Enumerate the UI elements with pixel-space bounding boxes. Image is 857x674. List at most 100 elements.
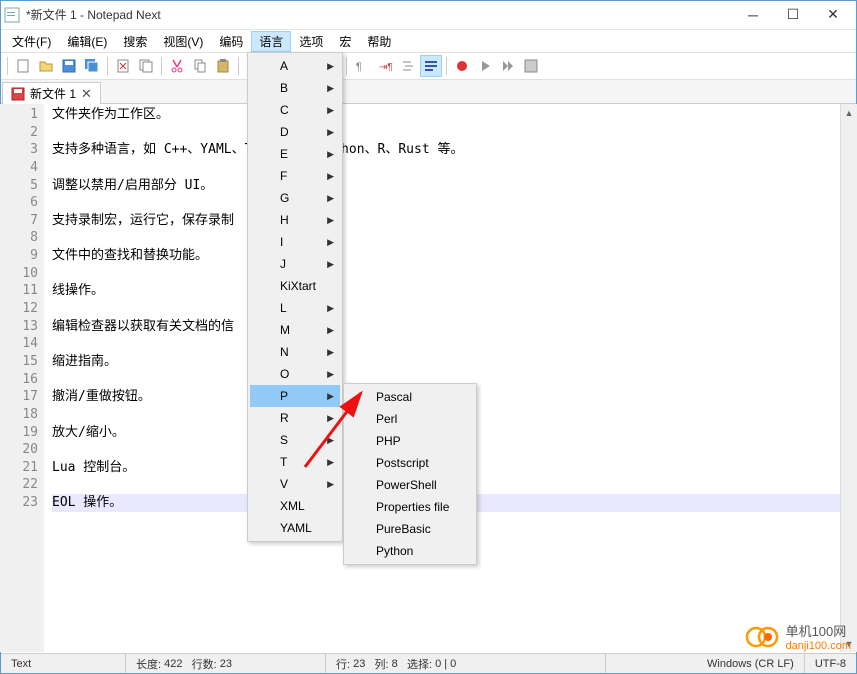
lang-menu-item-r[interactable]: R▶ xyxy=(250,407,340,429)
code-line[interactable]: 线操作。 xyxy=(52,282,857,300)
code-line[interactable]: 文件中的查找和替换功能。 xyxy=(52,247,857,265)
code-line[interactable]: 缩进指南。 xyxy=(52,353,857,371)
lang-menu-item-n[interactable]: N▶ xyxy=(250,341,340,363)
submenu-arrow-icon: ▶ xyxy=(327,83,334,94)
submenu-arrow-icon: ▶ xyxy=(327,303,334,314)
code-line[interactable]: 文件夹作为工作区。 xyxy=(52,106,857,124)
code-line[interactable] xyxy=(52,194,857,212)
lang-item-purebasic[interactable]: PureBasic xyxy=(346,518,474,540)
lang-menu-item-m[interactable]: M▶ xyxy=(250,319,340,341)
editor-area: 1234567891011121314151617181920212223 文件… xyxy=(0,104,857,652)
submenu-arrow-icon: ▶ xyxy=(327,61,334,72)
status-eol[interactable]: Windows (CR LF) xyxy=(697,654,805,673)
open-folder-button[interactable] xyxy=(35,55,57,77)
tab-bar: 新文件 1 ✕ xyxy=(0,80,857,104)
lang-menu-item-g[interactable]: G▶ xyxy=(250,187,340,209)
save-all-button[interactable] xyxy=(81,55,103,77)
save-button[interactable] xyxy=(58,55,80,77)
scrollbar-track[interactable] xyxy=(841,121,857,635)
lang-menu-item-p[interactable]: P▶ xyxy=(250,385,340,407)
tab-label: 新文件 1 xyxy=(30,85,76,102)
menu-help[interactable]: 帮助 xyxy=(359,31,399,52)
menu-encoding[interactable]: 编码 xyxy=(211,31,251,52)
status-position: 行: 23 列: 8 选择: 0 | 0 xyxy=(326,654,606,673)
lang-menu-item-t[interactable]: T▶ xyxy=(250,451,340,473)
tab-file-1[interactable]: 新文件 1 ✕ xyxy=(2,82,101,104)
menu-edit[interactable]: 编辑(E) xyxy=(59,31,115,52)
lang-item-python[interactable]: Python xyxy=(346,540,474,562)
lang-menu-item-xml[interactable]: XML xyxy=(250,495,340,517)
menu-language[interactable]: 语言 xyxy=(251,31,291,52)
lang-menu-item-d[interactable]: D▶ xyxy=(250,121,340,143)
menu-options[interactable]: 选项 xyxy=(291,31,331,52)
minimize-button[interactable]: ─ xyxy=(733,1,773,29)
code-content[interactable]: 文件夹作为工作区。支持多种语言，如 C++、YAML、TeX、PHP、Pytho… xyxy=(44,104,857,652)
status-length: 长度: 422 行数: 23 xyxy=(126,654,326,673)
menu-macro[interactable]: 宏 xyxy=(331,31,359,52)
code-line[interactable] xyxy=(52,300,857,318)
code-line[interactable]: 编辑检查器以获取有关文档的信 xyxy=(52,318,857,336)
indent-guide-button[interactable] xyxy=(397,55,419,77)
submenu-arrow-icon: ▶ xyxy=(327,457,334,468)
status-encoding[interactable]: UTF-8 xyxy=(805,654,856,673)
lang-menu-item-o[interactable]: O▶ xyxy=(250,363,340,385)
submenu-arrow-icon: ▶ xyxy=(327,127,334,138)
submenu-arrow-icon: ▶ xyxy=(327,479,334,490)
code-line[interactable] xyxy=(52,159,857,177)
code-line[interactable] xyxy=(52,265,857,283)
submenu-arrow-icon: ▶ xyxy=(327,215,334,226)
lang-menu-item-yaml[interactable]: YAML xyxy=(250,517,340,539)
code-line[interactable] xyxy=(52,124,857,142)
code-line[interactable]: 支持录制宏，运行它，保存录制 xyxy=(52,212,857,230)
lang-menu-item-h[interactable]: H▶ xyxy=(250,209,340,231)
status-bar: Text 长度: 422 行数: 23 行: 23 列: 8 选择: 0 | 0… xyxy=(1,653,856,673)
lang-item-properties-file[interactable]: Properties file xyxy=(346,496,474,518)
menu-view[interactable]: 视图(V) xyxy=(155,31,211,52)
lang-item-powershell[interactable]: PowerShell xyxy=(346,474,474,496)
menu-search[interactable]: 搜索 xyxy=(115,31,155,52)
fast-macro-button[interactable] xyxy=(497,55,519,77)
cut-button[interactable] xyxy=(166,55,188,77)
record-macro-button[interactable] xyxy=(451,55,473,77)
word-wrap-button[interactable] xyxy=(420,55,442,77)
menu-file[interactable]: 文件(F) xyxy=(4,31,59,52)
tab-close-button[interactable]: ✕ xyxy=(81,86,92,102)
show-symbol-button[interactable]: ⇥¶ xyxy=(374,55,396,77)
whitespace-button[interactable]: ¶ xyxy=(351,55,373,77)
lang-menu-item-i[interactable]: I▶ xyxy=(250,231,340,253)
code-line[interactable]: 支持多种语言，如 C++、YAML、TeX、PHP、Python、R、Rust … xyxy=(52,141,857,159)
watermark-icon xyxy=(744,623,782,651)
save-macro-button[interactable] xyxy=(520,55,542,77)
lang-menu-item-e[interactable]: E▶ xyxy=(250,143,340,165)
submenu-arrow-icon: ▶ xyxy=(327,347,334,358)
new-file-button[interactable] xyxy=(12,55,34,77)
lang-item-perl[interactable]: Perl xyxy=(346,408,474,430)
lang-item-pascal[interactable]: Pascal xyxy=(346,386,474,408)
play-macro-button[interactable] xyxy=(474,55,496,77)
window-title: *新文件 1 - Notepad Next xyxy=(26,6,733,23)
lang-item-php[interactable]: PHP xyxy=(346,430,474,452)
lang-menu-item-kixtart[interactable]: KiXtart xyxy=(250,275,340,297)
paste-button[interactable] xyxy=(212,55,234,77)
copy-button[interactable] xyxy=(189,55,211,77)
close-file-button[interactable] xyxy=(112,55,134,77)
lang-menu-item-j[interactable]: J▶ xyxy=(250,253,340,275)
close-all-button[interactable] xyxy=(135,55,157,77)
code-line[interactable]: 调整以禁用/启用部分 UI。 xyxy=(52,177,857,195)
close-button[interactable]: ✕ xyxy=(813,1,853,29)
lang-menu-item-c[interactable]: C▶ xyxy=(250,99,340,121)
maximize-button[interactable]: ☐ xyxy=(773,1,813,29)
code-line[interactable] xyxy=(52,229,857,247)
menu-bar: 文件(F) 编辑(E) 搜索 视图(V) 编码 语言 选项 宏 帮助 xyxy=(0,30,857,52)
code-line[interactable] xyxy=(52,335,857,353)
scroll-up-button[interactable]: ▲ xyxy=(841,104,857,121)
lang-item-postscript[interactable]: Postscript xyxy=(346,452,474,474)
submenu-arrow-icon: ▶ xyxy=(327,193,334,204)
lang-menu-item-f[interactable]: F▶ xyxy=(250,165,340,187)
vertical-scrollbar[interactable]: ▲ ▼ xyxy=(840,104,857,652)
lang-menu-item-s[interactable]: S▶ xyxy=(250,429,340,451)
lang-menu-item-a[interactable]: A▶ xyxy=(250,55,340,77)
lang-menu-item-b[interactable]: B▶ xyxy=(250,77,340,99)
lang-menu-item-l[interactable]: L▶ xyxy=(250,297,340,319)
lang-menu-item-v[interactable]: V▶ xyxy=(250,473,340,495)
